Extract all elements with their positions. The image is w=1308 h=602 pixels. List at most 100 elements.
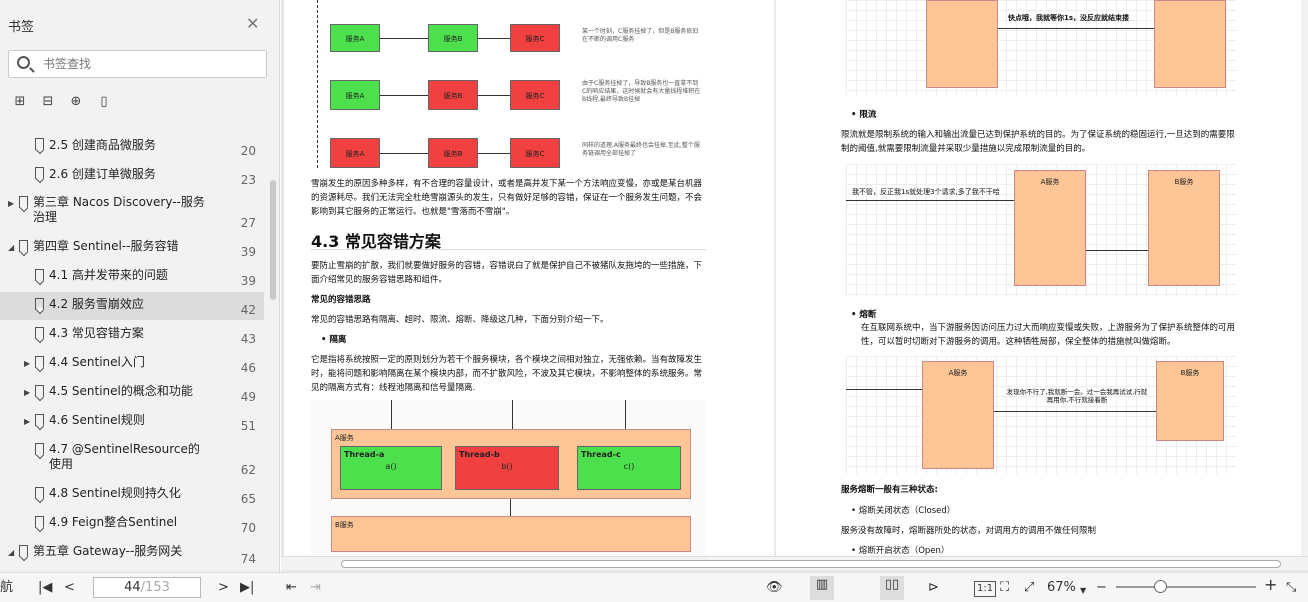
b-service-box	[1154, 0, 1226, 88]
bookmark-icon[interactable]: ▯	[96, 94, 112, 110]
subheading: 服务熔断一般有三种状态:	[841, 485, 938, 495]
bullet-item: • 隔离	[321, 335, 347, 345]
service-a-box: 服务A	[330, 24, 380, 52]
first-page-icon[interactable]: |◀	[38, 579, 52, 597]
last-page-icon[interactable]: ▶|	[240, 579, 254, 597]
chevron-down-icon[interactable]: ◢	[8, 243, 14, 252]
chevron-right-icon[interactable]: ▶	[24, 388, 30, 397]
arrow	[994, 411, 1156, 412]
list-item[interactable]: 4.9 Feign整合Sentinel 70	[0, 510, 264, 538]
page-left: 服务A 服务B 服务C 某一个时刻，C服务挂掉了，但是B服务依旧在不断的调用C服…	[284, 0, 774, 560]
bookmark-icon	[19, 545, 28, 557]
service-b-box: 服务B	[428, 24, 478, 52]
close-icon[interactable]: ✕	[246, 14, 259, 33]
bullet-item: • 熔断	[851, 310, 877, 320]
bookmark-list: 2.5 创建商品微服务 20 2.6 创建订单微服务 23 ▶ 第三章 Naco…	[0, 128, 268, 572]
arrow	[1086, 250, 1148, 251]
list-item[interactable]: ▶ 4.6 Sentinel规则 51	[0, 408, 264, 436]
arrow	[846, 389, 922, 390]
nav-label: 航	[0, 580, 14, 595]
add-bookmark-icon[interactable]: ⊕	[68, 94, 84, 110]
service-b-box: 服务B	[428, 138, 478, 168]
expand-all-icon[interactable]: ⊞	[12, 94, 28, 110]
list-item[interactable]: 4.1 高并发带来的问题 39	[0, 263, 264, 291]
thread-c-box: Thread-c c()	[577, 446, 681, 490]
list-item[interactable]: 4.8 Sentinel规则持久化 65	[0, 481, 264, 509]
chevron-right-icon[interactable]: ▶	[24, 359, 30, 368]
list-item[interactable]: 2.6 创建订单微服务 23	[0, 161, 264, 189]
arrow	[478, 153, 510, 154]
paragraph: 在互联网系统中，当下游服务因访问压力过大而响应变慢或失败，上游服务为了保护系统整…	[861, 323, 1236, 347]
paragraph: 限流就是限制系统的输入和输出流量已达到保护系统的目的。为了保证系统的稳固运行,一…	[841, 130, 1235, 154]
sidebar-scrollbar[interactable]	[270, 180, 276, 300]
b-service-box: B服务	[1156, 361, 1224, 441]
diagram-note: 快点哦，我就等你1s，没反应就结束搂	[1008, 14, 1130, 22]
list-item[interactable]: 2.5 创建商品微服务 20	[0, 132, 264, 160]
fullscreen-icon[interactable]: ⤡	[1286, 579, 1296, 597]
page-number-input[interactable]: 44/153	[93, 577, 201, 598]
paragraph: 要防止雪崩的扩散，我们就要做好服务的容错，容错说白了就是保护自己不被猪队友拖垮的…	[311, 261, 703, 285]
two-page-icon[interactable]: ▯▯	[880, 576, 904, 600]
list-item[interactable]: 4.7 @SentinelResource的使用 62	[0, 437, 264, 481]
zoom-in-icon[interactable]: +	[1264, 576, 1277, 594]
arrow	[478, 95, 510, 96]
subheading: 常见的容错思路	[311, 295, 371, 305]
list-item-selected[interactable]: 4.2 服务雪崩效应 42	[0, 292, 264, 320]
arrow	[478, 38, 510, 39]
list-item[interactable]: ▶ 4.4 Sentinel入门 46	[0, 350, 264, 378]
zoom-out-icon[interactable]: −	[1096, 579, 1107, 597]
b-service-box: B服务	[331, 516, 691, 552]
paragraph: 雪崩发生的原因多种多样，有不合理的容量设计，或者是高并发下某一个方法响应变慢，亦…	[311, 179, 703, 217]
bookmark-icon	[35, 443, 44, 455]
a-service-box: A服务	[1014, 170, 1086, 286]
service-c-box: 服务C	[510, 138, 560, 168]
bookmark-icon	[35, 269, 44, 281]
next-page-icon[interactable]: >	[218, 579, 229, 597]
bookmark-icon	[35, 516, 44, 528]
scrollbar-thumb[interactable]	[341, 560, 1281, 568]
horizontal-scrollbar[interactable]	[281, 556, 1308, 570]
arrow	[380, 95, 428, 96]
collapse-all-icon[interactable]: ⊟	[40, 94, 56, 110]
bookmark-icon	[19, 196, 28, 208]
arrow	[510, 499, 511, 516]
document-view: 服务A 服务B 服务C 某一个时刻，C服务挂掉了，但是B服务依旧在不断的调用C服…	[281, 0, 1308, 572]
list-item[interactable]: ◢ 第五章 Gateway--服务网关 74	[0, 539, 264, 567]
fit-width-icon[interactable]: ⤢	[1024, 579, 1034, 597]
fit-page-icon[interactable]: ⛶	[1000, 579, 1009, 597]
play-icon[interactable]: ⊳	[928, 579, 939, 597]
actual-size-button[interactable]: 1:1	[974, 581, 997, 597]
bookmark-search[interactable]	[8, 50, 267, 78]
diagram-note: 我不管，反正我1s就处理3个请求,多了我不干哈	[852, 188, 1000, 196]
service-a-box: 服务A	[330, 80, 380, 110]
eye-icon[interactable]: 👁	[766, 579, 783, 597]
chevron-right-icon[interactable]: ▶	[24, 417, 30, 426]
list-item[interactable]: 4.3 常见容错方案 43	[0, 321, 264, 349]
zoom-level[interactable]: 67%	[1047, 579, 1076, 597]
vertical-scrollbar[interactable]	[1301, 0, 1308, 560]
single-page-icon[interactable]: ▥	[810, 576, 834, 600]
arrow	[846, 200, 1014, 201]
a-service-box	[926, 0, 998, 88]
diagram-note: 由于C服务挂掉了，导致B服务也一直拿不到C的响应结果，这时候就会有大量线程堆积在…	[582, 80, 701, 103]
bookmark-search-input[interactable]	[43, 55, 253, 73]
prev-page-icon[interactable]: <	[64, 579, 75, 597]
list-item[interactable]: ▶ 第三章 Nacos Discovery--服务治理 27	[0, 190, 264, 234]
bookmark-icon	[35, 385, 44, 397]
zoom-slider-handle[interactable]	[1154, 580, 1167, 593]
bullet-item: • 限流	[851, 110, 877, 120]
timeline-line	[317, 0, 318, 168]
bookmark-icon	[35, 356, 44, 368]
thread-b-box: Thread-b b()	[455, 446, 559, 490]
forward-icon[interactable]: ⇥	[310, 579, 321, 597]
chevron-down-icon[interactable]: ◢	[8, 548, 14, 557]
paragraph: 服务没有故障时，熔断器所处的状态，对调用方的调用不做任何限制	[841, 526, 1097, 536]
paragraph: 它是指将系统按照一定的原则划分为若干个服务模块，各个模块之间相对独立，无强依赖。…	[311, 355, 703, 393]
chevron-right-icon[interactable]: ▶	[8, 199, 14, 208]
bookmark-icon	[35, 167, 44, 179]
back-icon[interactable]: ⇤	[286, 579, 297, 597]
zoom-slider[interactable]	[1116, 586, 1256, 588]
list-item[interactable]: ◢ 第四章 Sentinel--服务容错 39	[0, 234, 264, 262]
chevron-down-icon[interactable]: ▼	[1080, 582, 1086, 600]
list-item[interactable]: ▶ 4.5 Sentinel的概念和功能 49	[0, 379, 264, 407]
